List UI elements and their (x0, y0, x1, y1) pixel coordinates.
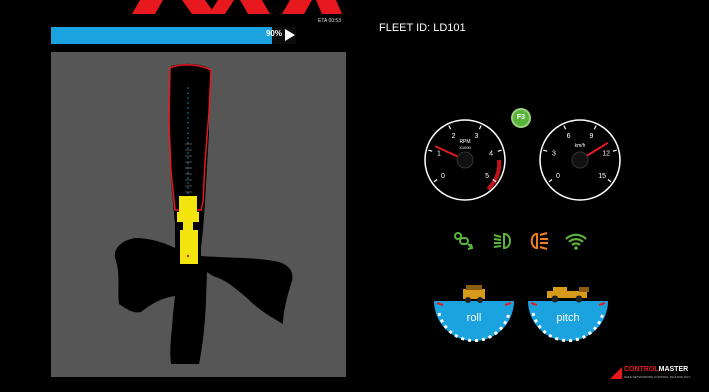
gauge-tick-label: 4 (489, 151, 493, 158)
eta-readout: ETA 00:53 (318, 18, 341, 24)
speed-gauge: 0 3 6 9 12 15 km/h (539, 119, 621, 201)
logo-brand: CONTROLMASTER (624, 366, 689, 373)
pitch-indicator: pitch (527, 283, 609, 343)
loader-side-icon (547, 287, 589, 303)
roll-indicator: roll (433, 283, 515, 343)
speed-unit-label: km/h (575, 143, 586, 149)
gauge-tick-label: 5 (485, 173, 489, 180)
mine-map[interactable] (51, 52, 346, 377)
vehicle-marker (177, 196, 199, 264)
gauge-tick-label: 6 (567, 133, 571, 140)
mine-map-canvas (114, 63, 293, 364)
gauge-tick-label: 9 (589, 133, 593, 140)
headlights-icon (493, 232, 511, 250)
gauge-tick-label: 1 (437, 151, 441, 158)
status-indicators (452, 230, 592, 252)
dump-truck-icon (463, 285, 485, 303)
route-progress-fill (51, 27, 272, 44)
gauge-tick-label: 3 (474, 133, 478, 140)
route-progress-bar: 90% (51, 27, 296, 44)
controlmaster-logo: CONTROLMASTER SAFE NETWORKING CONTROL TE… (610, 365, 691, 383)
rpm-gauge: 012 345 RPM X1000 (424, 119, 506, 201)
gauge-tick-label: 0 (556, 173, 560, 180)
zone-badge: F3 (513, 110, 529, 126)
play-arrow-icon (285, 29, 295, 41)
gauge-tick-label: 2 (452, 133, 456, 140)
rpm-multiplier-label: X1000 (459, 145, 471, 150)
pitch-label: pitch (556, 312, 580, 324)
towing-chain-icon (454, 232, 474, 250)
gauge-tick-label: 0 (441, 173, 445, 180)
gauge-tick-label: 3 (552, 151, 556, 158)
logo-mark-icon (610, 367, 622, 379)
roll-label: roll (466, 312, 482, 324)
hazard-lights-icon (530, 232, 548, 250)
top-banner-fragment (132, 0, 342, 14)
gauge-tick-label: 12 (602, 151, 610, 158)
wifi-icon (565, 233, 587, 250)
route-progress-label: 90% (265, 29, 282, 38)
logo-tagline: SAFE NETWORKING CONTROL TECHNOLOGY (624, 375, 691, 379)
fleet-id-title: FLEET ID: LD101 (379, 22, 466, 34)
gauge-tick-label: 15 (598, 173, 606, 180)
